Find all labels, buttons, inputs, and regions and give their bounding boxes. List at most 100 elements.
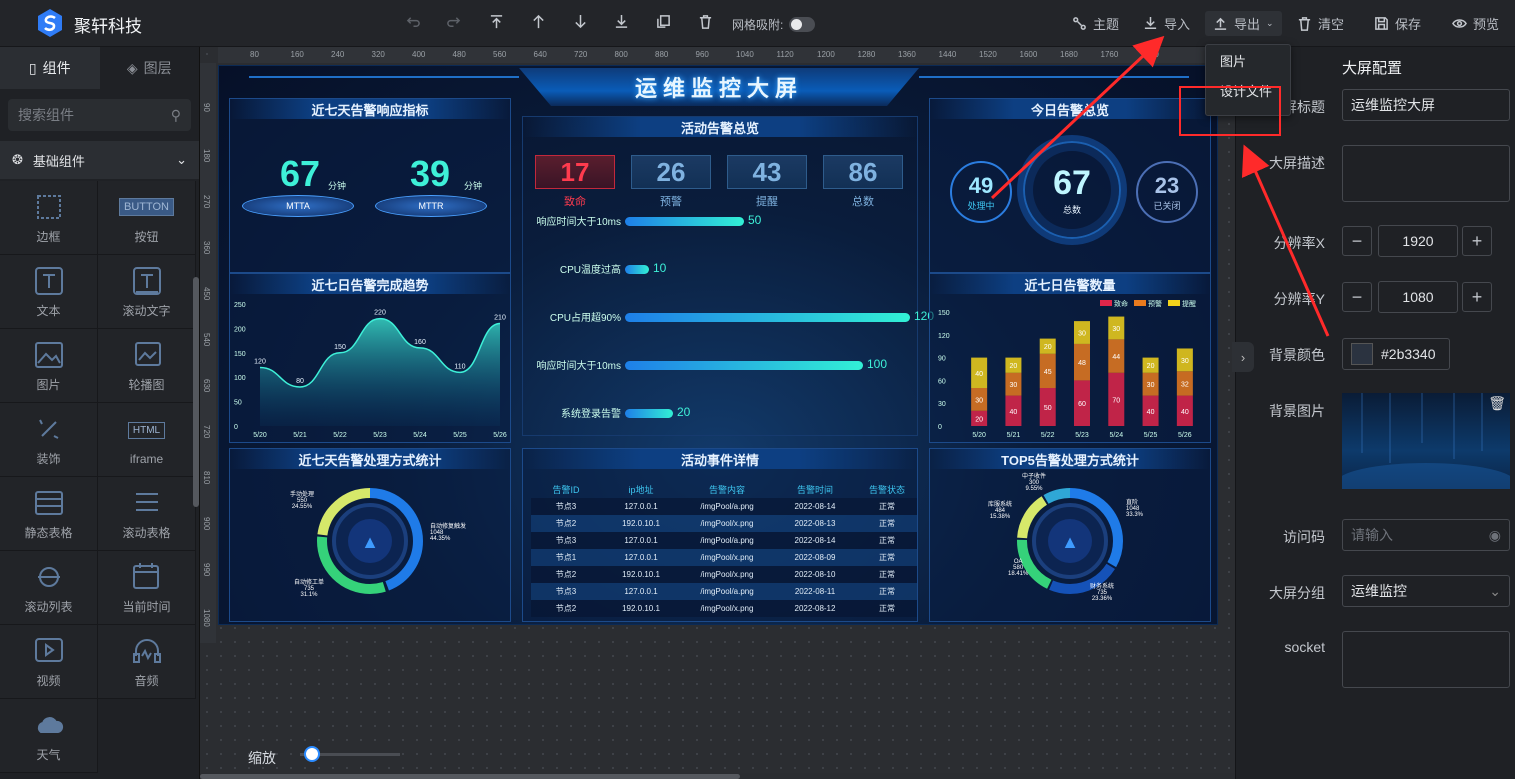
- component-scroll-text[interactable]: 滚动文字: [98, 255, 196, 329]
- table-row[interactable]: 节点2 192.0.10.1/imgPool/x.png 2022-08-10 正常: [531, 566, 917, 583]
- resx-plus-button[interactable]: +: [1462, 226, 1492, 256]
- kpi-2-value: 43: [727, 155, 807, 189]
- bgcolor-picker[interactable]: #2b3340: [1342, 338, 1450, 370]
- table-row[interactable]: 节点3 127.0.0.1/imgPool/a.png 2022-08-14 正常: [531, 498, 917, 515]
- label-manual: 手动处理 550 24.55%: [290, 492, 315, 510]
- panel-today-alerts[interactable]: 今日告警总览 49 处理中 67 总数 23 已关闭: [929, 98, 1211, 273]
- component-calendar[interactable]: 当前时间: [98, 551, 196, 625]
- to-top-icon: [490, 15, 503, 29]
- clear-button[interactable]: 清空: [1297, 14, 1344, 33]
- resy-plus-button[interactable]: +: [1462, 282, 1492, 312]
- bar-value-label: 40: [1010, 409, 1018, 416]
- move-top-button[interactable]: [489, 14, 504, 29]
- import-button[interactable]: 导入: [1143, 14, 1190, 33]
- panel-active-alerts[interactable]: 活动告警总览 17 致命 26 预警 43 提醒 86 总数 响应时间大于10ms 50 CPU温…: [522, 116, 934, 436]
- data-label: 120: [254, 358, 266, 365]
- panel-event-details[interactable]: 活动事件详情 告警ID ip地址 告警内容 告警时间 告警状态 节点3 127.0.0.1 /…: [522, 448, 918, 622]
- tab-components[interactable]: ▯ 组件: [0, 47, 100, 89]
- carousel-icon: [130, 338, 164, 372]
- group-select[interactable]: 运维监控 ⌄: [1342, 575, 1510, 607]
- undo-button[interactable]: [406, 14, 421, 29]
- config-panel: 大屏配置 大屏标题 运维监控大屏 大屏描述 分辨率X − 1920 + 分辨率Y…: [1235, 47, 1515, 779]
- bar-row: CPU占用超90% 120: [531, 309, 934, 325]
- ruler-tick: 630: [202, 379, 211, 393]
- color-swatch: [1351, 343, 1373, 365]
- component-weather[interactable]: 天气: [0, 699, 98, 773]
- panel-top5-stats[interactable]: TOP5告警处理方式统计 ▲ 中子收件 300 9.55% 直阶 1048 33.3% …: [929, 448, 1211, 622]
- x-tick-label: 5/21: [1007, 432, 1021, 439]
- title-input[interactable]: 运维监控大屏: [1342, 89, 1510, 121]
- tab-layers[interactable]: ◈ 图层: [100, 47, 200, 89]
- panel-response-metrics[interactable]: 近七天告警响应指标 67 分钟 MTTA 39 分钟 MTTR: [229, 98, 511, 273]
- resy-minus-button[interactable]: −: [1342, 282, 1372, 312]
- table-row[interactable]: 节点2 192.0.10.1/imgPool/x.png 2022-08-12 正常: [531, 600, 917, 617]
- trash-icon[interactable]: 🗑: [1488, 395, 1506, 412]
- logo-icon: [38, 9, 62, 37]
- save-button[interactable]: 保存: [1374, 14, 1421, 33]
- bar-row: 响应时间大于10ms 50: [531, 213, 911, 229]
- move-bottom-button[interactable]: [614, 14, 629, 29]
- table-row[interactable]: 节点3 127.0.0.1/imgPool/a.png 2022-08-14 正常: [531, 532, 917, 549]
- copy-button[interactable]: [656, 14, 671, 29]
- ruler-tick: 1360: [898, 50, 916, 59]
- panel-count-chart[interactable]: 近七日告警数量 致命 预警 提醒 0 30 60 90 120 150 20 30 40 5/20 40 3…: [929, 273, 1211, 443]
- table-row[interactable]: 节点1 127.0.0.1/imgPool/x.png 2022-08-09 正常: [531, 549, 917, 566]
- html-icon: HTML: [127, 414, 166, 448]
- export-image-option[interactable]: 图片: [1206, 45, 1290, 75]
- redo-button[interactable]: [446, 14, 461, 29]
- component-static-table[interactable]: 静态表格: [0, 477, 98, 551]
- component-audio[interactable]: 音频: [98, 625, 196, 699]
- component-border[interactable]: 边框: [0, 181, 98, 255]
- component-decoration[interactable]: 装饰: [0, 403, 98, 477]
- theme-label: 主题: [1093, 17, 1120, 32]
- component-button[interactable]: BUTTON 按钮: [98, 181, 196, 255]
- component-image[interactable]: 图片: [0, 329, 98, 403]
- resx-input[interactable]: 1920: [1378, 225, 1458, 257]
- label-top5-5: 财务系统 735 23.36%: [1090, 584, 1115, 602]
- component-html[interactable]: HTML iframe: [98, 403, 196, 477]
- table-cell: 正常: [879, 536, 895, 545]
- column-header: 告警时间: [796, 485, 833, 495]
- component-scroll-table[interactable]: 滚动表格: [98, 477, 196, 551]
- table-cell: 2022-08-14: [794, 536, 836, 545]
- access-code-input[interactable]: 请输入 ◉: [1342, 519, 1510, 551]
- calendar-icon: [130, 560, 164, 594]
- bg-image-thumbnail[interactable]: 🗑: [1342, 393, 1510, 489]
- move-up-button[interactable]: [531, 14, 546, 29]
- table-cell: 2022-08-13: [794, 519, 836, 528]
- table-row[interactable]: 节点2 192.0.10.1/imgPool/x.png 2022-08-13 正常: [531, 515, 917, 532]
- component-carousel[interactable]: 轮播图: [98, 329, 196, 403]
- grid-snap-toggle[interactable]: [789, 17, 816, 32]
- theme-button[interactable]: 主题: [1072, 14, 1119, 33]
- table-row[interactable]: 节点3 127.0.0.1/imgPool/a.png 2022-08-11 正常: [531, 583, 917, 600]
- component-video[interactable]: 视频: [0, 625, 98, 699]
- resx-minus-button[interactable]: −: [1342, 226, 1372, 256]
- preview-button[interactable]: 预览: [1452, 14, 1499, 33]
- socket-textarea[interactable]: [1342, 631, 1510, 688]
- collapse-panel-button[interactable]: ›: [1232, 342, 1254, 372]
- bar-value-label: 20: [975, 416, 983, 423]
- eye-hidden-icon[interactable]: ◉: [1489, 527, 1501, 544]
- panel-title: 今日告警总览: [930, 99, 1210, 119]
- delete-button[interactable]: [698, 14, 713, 29]
- dashboard-screen[interactable]: 运维监控大屏 近七天告警响应指标 67 分钟 MTTA 39 分钟 MTTR 活…: [218, 65, 1218, 625]
- chevron-right-icon: ›: [1240, 349, 1246, 365]
- left-scrollbar[interactable]: [193, 277, 199, 507]
- panel-title: TOP5告警处理方式统计: [930, 449, 1210, 469]
- alarm-icon: ▲: [1061, 532, 1079, 552]
- bar-label: 响应时间大于10ms: [536, 217, 621, 228]
- canvas-scrollbar-thumb[interactable]: [200, 774, 740, 779]
- zoom-slider-handle[interactable]: [304, 746, 320, 762]
- ruler-tick: 1440: [938, 50, 957, 59]
- category-basic[interactable]: ❂ 基础组件 ⌄: [0, 141, 199, 179]
- export-button[interactable]: 导出 ⌄: [1205, 11, 1282, 36]
- component-search-input[interactable]: 搜索组件 ⚲: [8, 99, 191, 131]
- component-text[interactable]: 文本: [0, 255, 98, 329]
- panel-handling-stats[interactable]: 近七天告警处理方式统计 ▲ 手动处理 550 24.55% 自动修复触发 1048 44…: [229, 448, 511, 622]
- move-down-button[interactable]: [573, 14, 588, 29]
- desc-textarea[interactable]: [1342, 145, 1510, 202]
- resy-input[interactable]: 1080: [1378, 281, 1458, 313]
- access-code-label: 访问码: [1283, 529, 1325, 545]
- component-scroll-list[interactable]: 滚动列表: [0, 551, 98, 625]
- panel-trend-chart[interactable]: 近七日告警完成趋势 0 50 100 150 200 250 120 5/20 80 5/21 15…: [229, 273, 511, 443]
